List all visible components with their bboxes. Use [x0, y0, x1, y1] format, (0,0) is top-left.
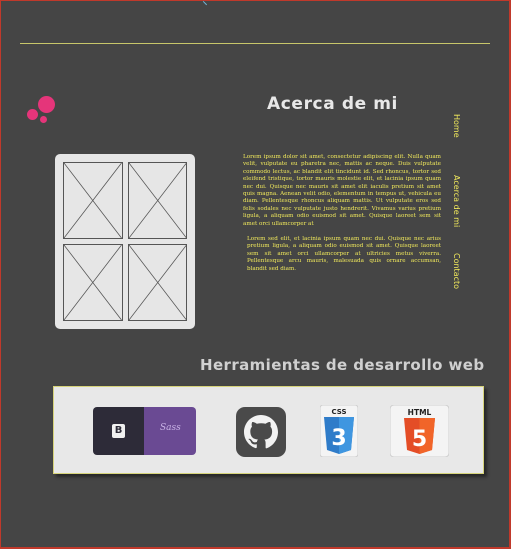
nav-item-about[interactable]: Acerca de mi [452, 175, 461, 227]
placeholder-icon [64, 163, 122, 238]
side-nav: Home Acerca de mi Contacto [452, 114, 470, 294]
nav-item-contact[interactable]: Contacto [452, 253, 461, 289]
about-text: Lorem ipsum dolor sit amet, consectetur … [243, 154, 441, 273]
logo-dot-large [38, 96, 55, 113]
image-gallery [55, 154, 195, 329]
image-placeholder [127, 162, 187, 239]
github-icon[interactable] [236, 407, 286, 457]
bootstrap-letter: B [112, 424, 125, 438]
html-label: HTML [408, 408, 432, 417]
placeholder-icon [128, 163, 186, 238]
placeholder-icon [128, 245, 186, 320]
tools-panel: B Sass CSS 3 HTML 5 [53, 386, 484, 474]
about-paragraph-1: Lorem ipsum dolor sit amet, consectetur … [243, 154, 441, 227]
nav-item-home[interactable]: Home [452, 114, 461, 138]
bootstrap-icon: B [93, 407, 144, 455]
site-logo[interactable] [27, 96, 57, 126]
image-placeholder [63, 244, 123, 321]
logo-dot-small [40, 116, 47, 123]
about-paragraph-2: Lorem sed elit, et lacinia ipsum quam ne… [247, 236, 441, 272]
image-placeholder [127, 244, 187, 321]
css-label: CSS [331, 408, 346, 416]
image-placeholder [63, 162, 123, 239]
header-divider [20, 43, 490, 44]
html-number: 5 [412, 427, 427, 452]
css-number: 3 [331, 426, 346, 451]
about-title: Acerca de mi [267, 94, 398, 114]
sass-text: Sass [160, 423, 181, 433]
placeholder-icon [64, 245, 122, 320]
logo-dot-medium [27, 109, 38, 120]
html5-icon[interactable]: HTML 5 [390, 405, 449, 457]
css3-icon[interactable]: CSS 3 [320, 405, 358, 457]
sass-icon: Sass [144, 407, 196, 455]
tools-title: Herramientas de desarrollo web [200, 356, 485, 374]
bootstrap-sass-logo[interactable]: B Sass [93, 407, 196, 455]
